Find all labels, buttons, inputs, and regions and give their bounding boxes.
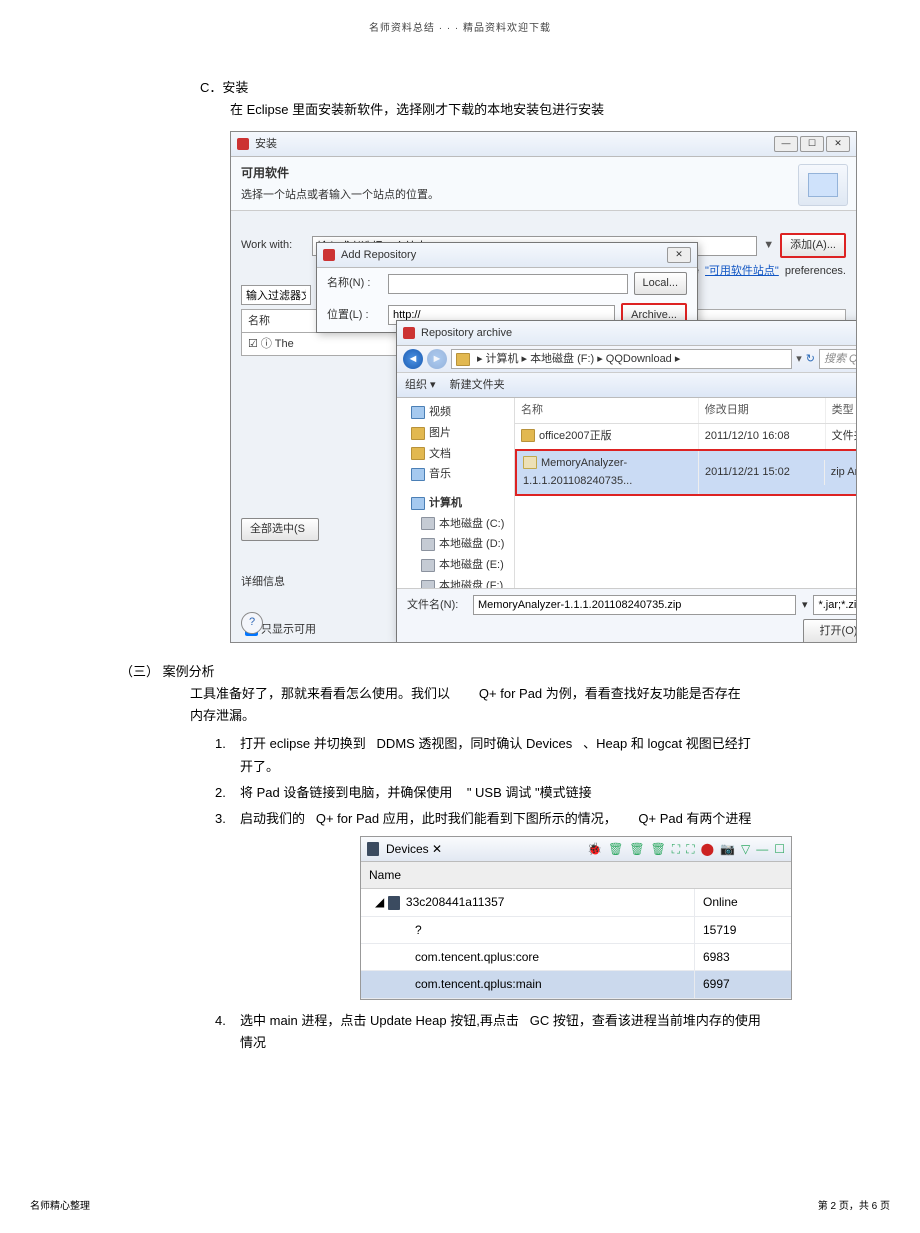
tree-item[interactable]: 视频 xyxy=(403,402,508,423)
s3-p1c: 内存泄漏。 xyxy=(190,705,800,727)
gc-icon[interactable]: 🗑 xyxy=(651,839,666,859)
devices-header: Name xyxy=(361,862,791,889)
add-repository-dialog: Add Repository ✕ 名称(N) : Local... 位置(L) … xyxy=(316,242,698,332)
tree-item[interactable]: 本地磁盘 (E:) xyxy=(403,555,508,576)
device-row[interactable]: ◢ 33c208441a11357 Online xyxy=(361,889,791,916)
threads-icon[interactable]: ⛶ xyxy=(672,839,680,859)
install-titlebar: 安装 — ☐ ✕ xyxy=(231,132,856,157)
new-folder-button[interactable]: 新建文件夹 xyxy=(450,376,505,395)
process-row[interactable]: com.tencent.qplus:main6997 xyxy=(361,971,791,998)
maximize-button[interactable]: ☐ xyxy=(800,136,824,152)
nav-forward-button[interactable]: ► xyxy=(427,349,447,369)
tree-item[interactable]: 计算机 xyxy=(403,493,508,514)
device-icon xyxy=(367,842,379,856)
s3-p1a: 工具准备好了，那就来看看怎么使用。我们以 xyxy=(190,686,450,701)
tree-item[interactable]: 音乐 xyxy=(403,464,508,485)
archive-dialog: Repository archive ✕ ◄ ► ▸计算机 ▸本地磁盘 (F:)… xyxy=(396,320,857,642)
pref-hint-suffix: preferences. xyxy=(785,262,846,281)
window-icon xyxy=(237,138,249,150)
menu-icon[interactable]: ▽ xyxy=(741,839,750,859)
min-icon[interactable]: — xyxy=(756,839,768,859)
organize-button[interactable]: 组织 ▾ xyxy=(405,376,436,395)
filename-label: 文件名(N): xyxy=(407,596,467,615)
close-button[interactable]: ✕ xyxy=(826,136,850,152)
available-sites-link[interactable]: "可用软件站点" xyxy=(705,262,779,281)
step-4: 4. 选中 main 进程，点击 Update Heap 按钮,再点击 GC 按… xyxy=(215,1010,800,1054)
tree-item[interactable]: 本地磁盘 (C:) xyxy=(403,514,508,535)
install-screenshot: 安装 — ☐ ✕ 可用软件 选择一个站点或者输入一个站点的位置。 Work wi… xyxy=(230,131,857,643)
process-row[interactable]: com.tencent.qplus:core6983 xyxy=(361,944,791,971)
file-row[interactable]: MemoryAnalyzer-1.1.1.201108240735...2011… xyxy=(515,449,857,496)
tree-item[interactable]: 文档 xyxy=(403,444,508,465)
search-input[interactable]: 搜索 QQDownload🔍 xyxy=(819,349,857,369)
footer-left: 名师精心整理 xyxy=(30,1198,90,1215)
folder-tree[interactable]: 视频图片文档音乐计算机本地磁盘 (C:)本地磁盘 (D:)本地磁盘 (E:)本地… xyxy=(397,398,515,588)
devices-panel: Devices ✕ 🐞 🗑 🗑 🗑 ⛶ ⛶ ⬤ 📷 ▽ — ☐ xyxy=(360,836,792,1000)
repo-icon xyxy=(323,249,335,261)
section-c-title: C．安装 xyxy=(200,77,800,99)
details-label: 详细信息 xyxy=(241,573,396,592)
process-row[interactable]: ?15719 xyxy=(361,917,791,944)
archive-title: Repository archive xyxy=(421,324,512,343)
footer-right: 第 2 页，共 6 页 xyxy=(818,1198,890,1215)
file-row[interactable]: office2007正版2011/12/10 16:08文件夹 xyxy=(515,424,857,449)
folder-icon xyxy=(456,353,470,366)
nav-back-button[interactable]: ◄ xyxy=(403,349,423,369)
section-c-desc: 在 Eclipse 里面安装新软件，选择刚才下载的本地安装包进行安装 xyxy=(230,99,800,121)
install-subtext: 选择一个站点或者输入一个站点的位置。 xyxy=(241,186,846,205)
filter-combo[interactable] xyxy=(813,595,857,615)
filename-input[interactable] xyxy=(473,595,796,615)
step-2: 2. 将 Pad 设备链接到电脑，并确保使用 " USB 调试 "模式链接 xyxy=(215,782,800,804)
page-header: 名师资料总结 · · · 精品资料欢迎下载 xyxy=(120,20,800,37)
step-1: 1. 打开 eclipse 并切换到 DDMS 透视图，同时确认 Devices… xyxy=(215,733,800,777)
threads-icon2[interactable]: ⛶ xyxy=(686,839,694,859)
select-all-button[interactable]: 全部选中(S xyxy=(241,518,319,541)
tree-item[interactable]: 本地磁盘 (F:) xyxy=(403,576,508,589)
step-3: 3. 启动我们的 Q+ for Pad 应用，此时我们能看到下图所示的情况， Q… xyxy=(215,808,800,1000)
add-repo-title: Add Repository xyxy=(341,246,416,265)
table-col-name: 名称 xyxy=(248,315,270,327)
minimize-button[interactable]: — xyxy=(774,136,798,152)
heap-dump-icon[interactable]: 🗑 xyxy=(629,839,644,859)
available-software-heading: 可用软件 xyxy=(241,163,846,183)
max-icon[interactable]: ☐ xyxy=(774,839,785,859)
heap-icon[interactable]: 🗑 xyxy=(608,839,623,859)
tree-item[interactable]: 本地磁盘 (D:) xyxy=(403,534,508,555)
screenshot-icon[interactable]: 📷 xyxy=(720,839,735,859)
repo-close-button[interactable]: ✕ xyxy=(667,247,691,263)
col-type[interactable]: 类型 xyxy=(826,398,857,423)
filter-input[interactable] xyxy=(241,285,311,305)
open-button[interactable]: 打开(O) ▾ xyxy=(803,619,857,643)
work-with-label: Work with: xyxy=(241,236,306,255)
col-date[interactable]: 修改日期 xyxy=(699,398,826,423)
col-name[interactable]: 名称 xyxy=(515,398,699,423)
stop-icon[interactable]: ⬤ xyxy=(701,839,714,859)
install-title: 安装 xyxy=(255,135,277,154)
repo-name-label: 名称(N) : xyxy=(327,274,382,293)
debug-icon[interactable]: 🐞 xyxy=(587,839,602,859)
archive-icon xyxy=(403,327,415,339)
local-button[interactable]: Local... xyxy=(634,272,687,295)
wizard-image xyxy=(798,164,848,206)
devices-tab[interactable]: Devices ✕ xyxy=(386,839,442,859)
repo-loc-label: 位置(L) : xyxy=(327,306,382,325)
tree-item[interactable]: 图片 xyxy=(403,423,508,444)
chk-group-items[interactable]: Group ite xyxy=(241,639,396,644)
section-3-title: （三） 案例分析 xyxy=(120,661,800,683)
s3-p1b: Q+ for Pad 为例，看看查找好友功能是否存在 xyxy=(479,686,741,701)
repo-name-input[interactable] xyxy=(388,274,628,294)
add-site-button[interactable]: 添加(A)... xyxy=(780,233,846,258)
path-bar[interactable]: ▸计算机 ▸本地磁盘 (F:) ▸QQDownload▸ xyxy=(451,349,792,369)
devices-toolbar[interactable]: 🐞 🗑 🗑 🗑 ⛶ ⛶ ⬤ 📷 ▽ — ☐ xyxy=(587,839,785,859)
chk-show-available[interactable]: 只显示可用 xyxy=(241,620,396,639)
